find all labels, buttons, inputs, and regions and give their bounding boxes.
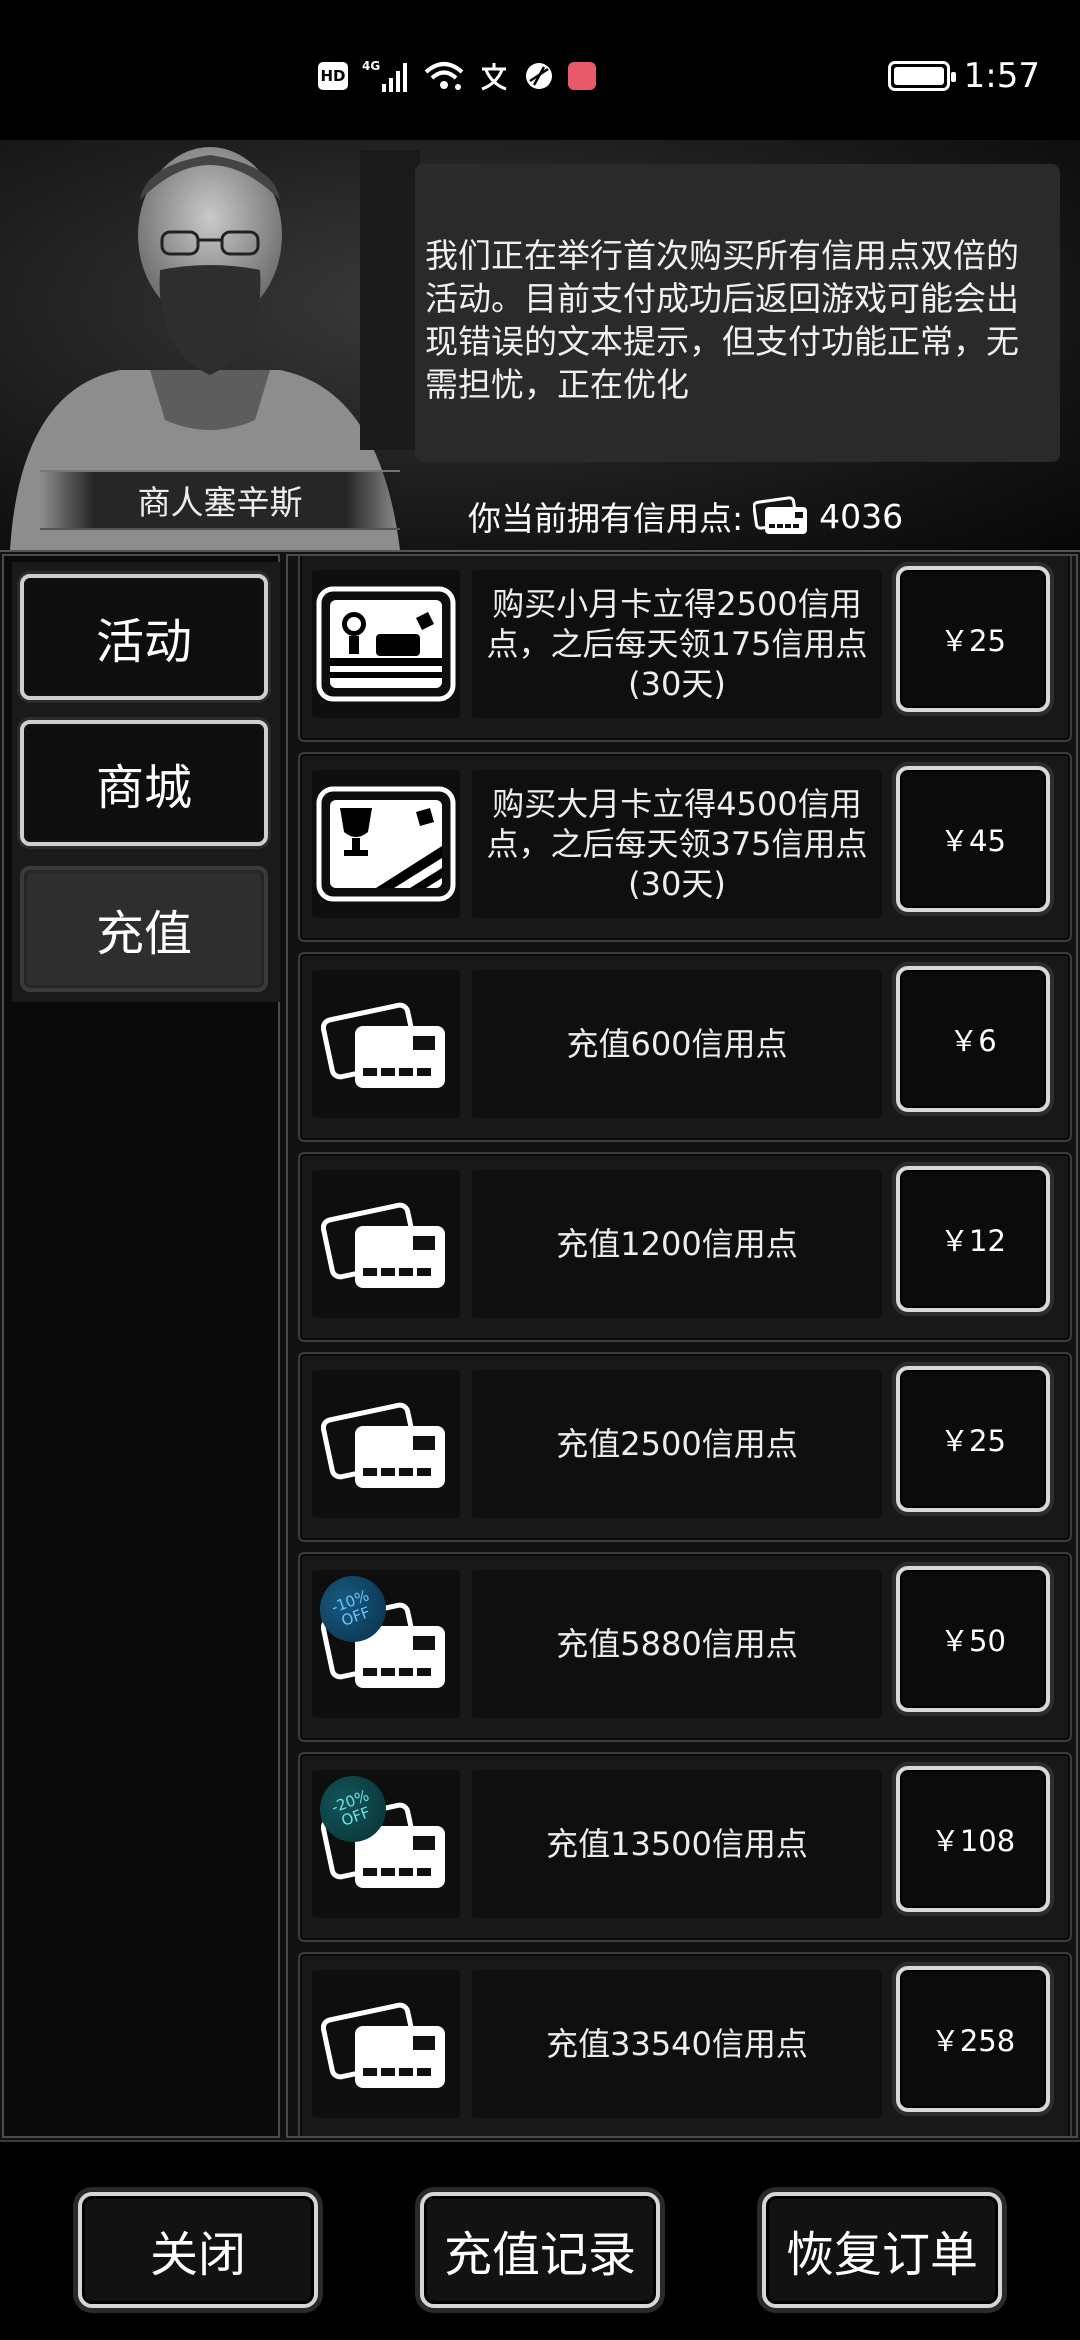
credit-cards-icon bbox=[321, 1202, 445, 1288]
credit-cards-icon bbox=[321, 1402, 445, 1488]
list-item: 购买大月卡立得4500信用点，之后每天领375信用点(30天) ￥45 bbox=[298, 752, 1072, 942]
buy-button[interactable]: ￥12 bbox=[896, 1166, 1050, 1312]
close-button[interactable]: 关闭 bbox=[78, 2192, 318, 2308]
credit-cards-icon bbox=[321, 2002, 445, 2088]
item-description: 充值600信用点 bbox=[472, 970, 882, 1118]
credit-balance-value: 4036 bbox=[819, 496, 904, 536]
list-item: -10% OFF 充值5880信用点 ￥50 bbox=[298, 1552, 1072, 1742]
tab-store[interactable]: 商城 bbox=[20, 720, 268, 846]
book-app-icon bbox=[568, 62, 596, 90]
list-item: -20% OFF 充值13500信用点 ￥108 bbox=[298, 1752, 1072, 1942]
list-item: 购买小月卡立得2500信用点，之后每天领175信用点(30天) ￥25 bbox=[298, 556, 1072, 742]
recharge-item-list[interactable]: 购买小月卡立得2500信用点，之后每天领175信用点(30天) ￥25 购买大月… bbox=[286, 554, 1078, 2138]
status-icons-right: 1:57 bbox=[887, 56, 1040, 96]
icon-box bbox=[312, 1970, 460, 2118]
icon-box bbox=[312, 970, 460, 1118]
shop-panel: 活动 商城 充值 购买小月卡立得2500信用点，之后每天领175信用点(30天)… bbox=[0, 550, 1080, 2140]
icon-box: -10% OFF bbox=[310, 1566, 460, 1718]
recharge-history-button[interactable]: 充值记录 bbox=[420, 2192, 660, 2308]
wifi-icon bbox=[424, 62, 464, 90]
browser-icon bbox=[526, 63, 552, 89]
list-item: 充值600信用点 ￥6 bbox=[298, 952, 1072, 1142]
buy-button[interactable]: ￥50 bbox=[896, 1566, 1050, 1712]
hd-icon: HD bbox=[318, 62, 348, 90]
buy-button[interactable]: ￥108 bbox=[896, 1766, 1050, 1912]
footer-bar: 关闭 充值记录 恢复订单 bbox=[0, 2140, 1080, 2340]
item-description: 充值2500信用点 bbox=[472, 1370, 882, 1518]
item-description: 购买小月卡立得2500信用点，之后每天领175信用点(30天) bbox=[472, 570, 882, 718]
big-month-card-icon bbox=[316, 786, 456, 902]
credit-balance-label: 你当前拥有信用点: bbox=[468, 499, 744, 538]
buy-button[interactable]: ￥6 bbox=[896, 966, 1050, 1112]
npc-name: 商人塞辛斯 bbox=[40, 470, 400, 530]
tab-recharge[interactable]: 充值 bbox=[20, 866, 268, 992]
npc-dialog-text: 我们正在举行首次购买所有信用点双倍的活动。目前支付成功后返回游戏可能会出现错误的… bbox=[425, 236, 1019, 404]
item-description: 充值13500信用点 bbox=[472, 1770, 882, 1918]
list-item: 充值1200信用点 ￥12 bbox=[298, 1152, 1072, 1342]
item-description: 充值5880信用点 bbox=[472, 1570, 882, 1718]
buy-button[interactable]: ￥25 bbox=[896, 566, 1050, 712]
credit-cards-icon bbox=[321, 1002, 445, 1088]
clock: 1:57 bbox=[963, 56, 1040, 96]
item-description: 充值33540信用点 bbox=[472, 1970, 882, 2118]
npc-dialog-box: 我们正在举行首次购买所有信用点双倍的活动。目前支付成功后返回游戏可能会出现错误的… bbox=[415, 164, 1060, 462]
small-month-card-icon bbox=[316, 586, 456, 702]
svg-text:4G: 4G bbox=[362, 59, 380, 73]
list-item: 充值33540信用点 ￥258 bbox=[298, 1952, 1072, 2136]
credit-cards-icon bbox=[753, 496, 808, 534]
status-icons-left: HD 4G bbox=[318, 56, 596, 96]
item-description: 充值1200信用点 bbox=[472, 1170, 882, 1318]
signal-icon: 4G bbox=[362, 59, 407, 92]
status-bar: HD 4G 1:57 bbox=[0, 0, 1080, 150]
wen-icon bbox=[481, 63, 507, 91]
icon-box bbox=[312, 570, 460, 718]
buy-button[interactable]: ￥45 bbox=[896, 766, 1050, 912]
icon-box bbox=[312, 770, 460, 918]
restore-order-button[interactable]: 恢复订单 bbox=[762, 2192, 1002, 2308]
battery-icon bbox=[887, 61, 956, 91]
buy-button[interactable]: ￥258 bbox=[896, 1966, 1050, 2112]
npc-header: 商人塞辛斯 我们正在举行首次购买所有信用点双倍的活动。目前支付成功后返回游戏可能… bbox=[0, 140, 1080, 550]
category-sidebar: 活动 商城 充值 bbox=[2, 554, 280, 2138]
icon-box: -20% OFF bbox=[310, 1766, 460, 1918]
item-description: 购买大月卡立得4500信用点，之后每天领375信用点(30天) bbox=[472, 770, 882, 918]
tab-events[interactable]: 活动 bbox=[20, 574, 268, 700]
list-item: 充值2500信用点 ￥25 bbox=[298, 1352, 1072, 1542]
icon-box bbox=[312, 1170, 460, 1318]
buy-button[interactable]: ￥25 bbox=[896, 1366, 1050, 1512]
credit-balance: 你当前拥有信用点: 4036 bbox=[468, 488, 903, 544]
icon-box bbox=[312, 1370, 460, 1518]
